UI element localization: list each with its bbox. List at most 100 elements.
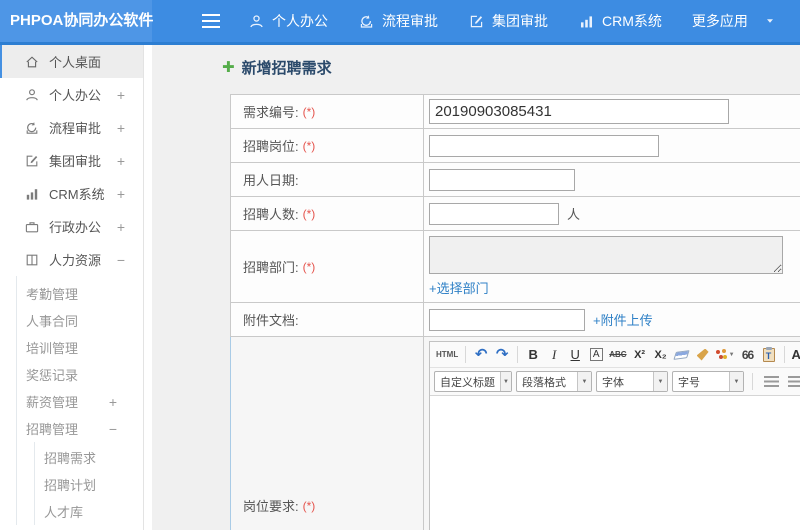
caret-down-icon: ▼ (729, 372, 743, 391)
editor-btn-html-source[interactable]: HTML (434, 345, 460, 365)
editor-btn-italic[interactable]: I (544, 345, 564, 365)
form-row-department: 招聘部门: (*) +选择部门 (230, 231, 800, 303)
briefcase-icon (24, 219, 40, 235)
form-row-position: 招聘岗位: (*) (230, 129, 800, 163)
expander-icon[interactable]: + (117, 219, 125, 235)
sidebar-item-recruitment-plan[interactable]: 招聘计划 (35, 471, 143, 498)
expander-icon[interactable]: + (117, 120, 125, 136)
sidebar-item-group-approval[interactable]: 集团审批 + (0, 144, 143, 177)
expander-icon[interactable]: + (117, 153, 125, 169)
topnav-workflow-approval[interactable]: 流程审批 (358, 11, 438, 31)
editor-toolbar-row1: HTML↶↷BIUAABCX²X₂▼66A▼a (430, 342, 800, 368)
topnav-group-approval[interactable]: 集团审批 (468, 11, 548, 31)
sidebar-item-hr-contract[interactable]: 人事合同 (17, 307, 143, 334)
edit-square-icon (468, 13, 485, 30)
sidebar: 个人桌面 个人办公 + 流程审批 + 集团审批 + CRM系统 + 行政办公 + 人力资源 − 考勤管理人… (0, 45, 144, 530)
editor-select-custom-title[interactable]: 自定义标题 ▼ (434, 371, 512, 392)
editor-btn-bold[interactable]: B (523, 345, 543, 365)
page-title-row: ✚ 新增招聘需求 (222, 57, 332, 78)
required-star: (*) (302, 259, 316, 274)
sidebar-item-workflow-approval[interactable]: 流程审批 + (0, 111, 143, 144)
headcount-input[interactable] (429, 202, 559, 225)
editor-btn-strikethrough[interactable]: ABC (607, 345, 628, 365)
sidebar-item-talent-pool[interactable]: 人才库 (35, 498, 143, 525)
editor-btn-spray-color[interactable]: ▼ (714, 345, 737, 365)
toolbar-separator (465, 346, 467, 363)
caret-down-icon: ▼ (653, 372, 667, 391)
editor-btn-format-brush[interactable] (693, 345, 713, 365)
required-star: (*) (302, 206, 316, 221)
expander-icon[interactable]: + (117, 87, 125, 103)
expander-icon[interactable]: − (109, 421, 117, 437)
position-input[interactable] (429, 134, 659, 157)
editor-btn-superscript[interactable]: X² (630, 345, 650, 365)
editor-select-font-family[interactable]: 字体 ▼ (596, 371, 668, 392)
unit-label: 人 (567, 207, 581, 222)
caret-down-icon: ▼ (500, 372, 511, 391)
expander-icon[interactable]: − (117, 252, 125, 268)
bar-chart-icon (24, 186, 40, 202)
topnav-personal-office[interactable]: 个人办公 (248, 11, 328, 31)
app-logo: PHPOA协同办公软件 (0, 0, 153, 42)
new-recruitment-form: 需求编号:(*)招聘岗位:(*)用人日期:招聘人数:(*)人招聘部门:(*)+选… (230, 94, 800, 530)
toolbar-separator (752, 373, 753, 390)
expander-icon[interactable]: + (117, 186, 125, 202)
user-icon (24, 87, 40, 103)
field-label: 附件文档: (243, 313, 299, 328)
sidebar-item-personal-desktop[interactable]: 个人桌面 (0, 45, 143, 78)
topnav-crm-system[interactable]: CRM系统 (578, 11, 662, 31)
field-label: 招聘人数: (243, 207, 299, 222)
sidebar-item-recruitment[interactable]: 招聘管理 − (17, 415, 143, 442)
page-title: 新增招聘需求 (241, 60, 332, 77)
hamburger-menu-icon[interactable] (202, 14, 220, 28)
expander-icon[interactable]: + (109, 394, 117, 410)
attachment-link[interactable]: +附件上传 (593, 310, 653, 329)
caret-down-icon (765, 16, 775, 26)
editor-btn-blockquote[interactable]: 66 (738, 345, 758, 365)
field-label: 需求编号: (243, 105, 299, 120)
bar-chart-icon (578, 13, 595, 30)
home-icon (24, 54, 40, 70)
form-row-headcount: 招聘人数: (*) 人 (230, 197, 800, 231)
editor-btn-undo[interactable]: ↶ (471, 345, 491, 365)
editor-btn-align-center[interactable] (785, 372, 800, 392)
required-star: (*) (302, 104, 316, 119)
sidebar-item-personal-office[interactable]: 个人办公 + (0, 78, 143, 111)
workflow-icon (24, 120, 40, 136)
eraser-icon (673, 349, 690, 360)
topbar: PHPOA协同办公软件 个人办公 流程审批 集团审批 CRM系统 更多应用 (0, 0, 800, 45)
main-content: ✚ 新增招聘需求 需求编号:(*)招聘岗位:(*)用人日期:招聘人数:(*)人招… (152, 45, 800, 530)
editor-btn-subscript[interactable]: X₂ (651, 345, 671, 365)
editor-content[interactable] (430, 396, 800, 530)
department-link[interactable]: +选择部门 (429, 281, 489, 296)
editor-btn-underline[interactable]: U (565, 345, 585, 365)
editor-btn-font-color[interactable]: A▼ (790, 345, 800, 365)
editor-btn-paste[interactable] (759, 345, 779, 365)
topnav-more-apps[interactable]: 更多应用 (692, 11, 775, 31)
editor-btn-align-left[interactable] (761, 372, 781, 392)
editor-select-paragraph-format[interactable]: 段落格式 ▼ (516, 371, 592, 392)
sidebar-item-recruitment-request[interactable]: 招聘需求 (35, 444, 143, 471)
editor-select-font-size[interactable]: 字号 ▼ (672, 371, 744, 392)
attachment-input[interactable] (429, 308, 585, 331)
request-no-input[interactable] (429, 99, 729, 124)
sidebar-item-admin-office[interactable]: 行政办公 + (0, 210, 143, 243)
book-icon (24, 252, 40, 268)
editor-btn-eraser[interactable] (672, 345, 692, 365)
hire-date-input[interactable] (429, 168, 575, 191)
rich-text-editor: HTML↶↷BIUAABCX²X₂▼66A▼a自定义标题▼段落格式▼字体▼字号▼ (429, 341, 800, 530)
sidebar-item-salary[interactable]: 薪资管理 + (17, 388, 143, 415)
department-textarea[interactable] (429, 235, 783, 274)
sidebar-item-attendance[interactable]: 考勤管理 (17, 280, 143, 307)
field-label: 用人日期: (243, 173, 299, 188)
sidebar-item-crm-system[interactable]: CRM系统 + (0, 177, 143, 210)
editor-btn-redo[interactable]: ↷ (492, 345, 512, 365)
sidebar-item-training[interactable]: 培训管理 (17, 334, 143, 361)
editor-btn-font-border[interactable]: A (586, 345, 606, 365)
sidebar-item-human-resources[interactable]: 人力资源 − (0, 243, 143, 276)
topnav: 个人办公 流程审批 集团审批 CRM系统 更多应用 (248, 11, 775, 31)
field-label: 招聘部门: (243, 260, 299, 275)
form-row-request-no: 需求编号: (*) (230, 95, 800, 129)
sidebar-item-rewards[interactable]: 奖惩记录 (17, 361, 143, 388)
format-brush-icon (696, 348, 709, 361)
